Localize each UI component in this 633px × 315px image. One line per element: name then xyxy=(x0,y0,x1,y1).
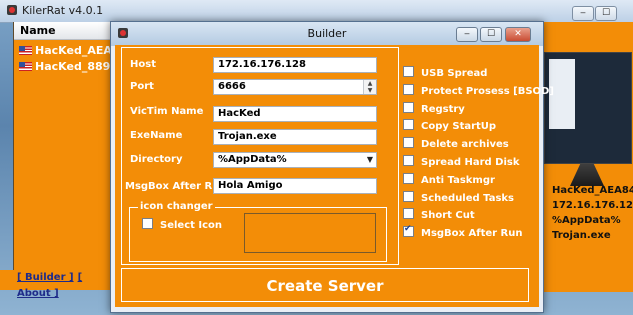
builder-link[interactable]: [ Builder ] xyxy=(17,272,74,283)
builder-title-bar: Builder ‒ ☐ ✕ xyxy=(111,22,543,46)
select-icon-checkbox[interactable]: Select Icon xyxy=(142,218,222,231)
main-window-title: KilerRat v4.0.1 xyxy=(22,4,104,17)
create-server-frame: Create Server xyxy=(121,268,529,302)
checkbox-box xyxy=(403,208,414,219)
port-stepper[interactable]: 6666 ▲ ▼ xyxy=(213,79,377,95)
host-label: Host xyxy=(130,59,156,70)
exe-name-label: ExeName xyxy=(130,130,183,141)
victim-name-label: VicTim Name xyxy=(130,106,204,117)
directory-label: Directory xyxy=(130,154,183,165)
checkbox-box xyxy=(403,102,414,113)
checkbox-box xyxy=(142,218,153,229)
main-maximize-button[interactable]: ☐ xyxy=(595,6,617,21)
main-title-bar: KilerRat v4.0.1 ‒ ☐ xyxy=(0,0,633,23)
checkbox-box xyxy=(403,191,414,202)
monitor-stand-icon xyxy=(570,164,604,186)
option-scheduled-tasks[interactable]: Scheduled Tasks xyxy=(403,191,514,204)
checkbox-box xyxy=(403,155,414,166)
preview-exe-name: Trojan.exe xyxy=(552,230,611,241)
option-anti-taskmgr[interactable]: Anti Taskmgr xyxy=(403,173,495,186)
option-copy-startup[interactable]: Copy StartUp xyxy=(403,119,496,132)
builder-body: Host 172.16.176.128 Port 6666 ▲ ▼ VicTim … xyxy=(115,45,554,307)
option-delete-archives[interactable]: Delete archives xyxy=(403,137,509,150)
us-flag-icon xyxy=(19,62,32,71)
option-label: Scheduled Tasks xyxy=(421,193,514,204)
builder-close-button[interactable]: ✕ xyxy=(505,27,531,42)
list-item[interactable]: HacKed_AEA8 xyxy=(19,44,114,60)
list-item-label: HacKed_8899 xyxy=(35,60,114,73)
list-item[interactable]: HacKed_8899 xyxy=(19,60,114,76)
option-protect-process[interactable]: Protect Prosess [BSOD] xyxy=(403,84,554,97)
list-item-label: HacKed_AEA8 xyxy=(35,44,114,57)
checkbox-box xyxy=(403,84,414,95)
preview-pane: HacKed_AEA84 172.16.176.128 %AppData% Tr… xyxy=(540,22,633,292)
remote-desktop-thumbnail xyxy=(544,52,632,164)
option-label: Regstry xyxy=(421,104,465,115)
create-server-button[interactable]: Create Server xyxy=(122,269,528,301)
option-label: MsgBox After Run xyxy=(421,228,523,239)
victim-name-input[interactable]: HacKed xyxy=(213,106,377,122)
settings-group: Host 172.16.176.128 Port 6666 ▲ ▼ VicTim … xyxy=(121,47,399,265)
port-value: 6666 xyxy=(218,81,246,92)
port-label: Port xyxy=(130,81,154,92)
victim-list: Name HacKed_AEA8 HacKed_8899 xyxy=(13,22,114,270)
chevron-down-icon[interactable]: ▼ xyxy=(367,153,373,167)
preview-host: 172.16.176.128 xyxy=(552,200,633,211)
icon-preview-box[interactable] xyxy=(244,213,376,253)
us-flag-icon xyxy=(19,46,32,55)
option-usb-spread[interactable]: USB Spread xyxy=(403,66,487,79)
directory-value: %AppData% xyxy=(218,154,287,165)
msgbox-input[interactable]: Hola Amigo xyxy=(213,178,377,194)
directory-select[interactable]: %AppData% ▼ xyxy=(213,152,377,168)
option-label: Anti Taskmgr xyxy=(421,175,495,186)
icon-changer-group: icon changer Select Icon xyxy=(129,201,387,262)
option-short-cut[interactable]: Short Cut xyxy=(403,208,475,221)
checkbox-box xyxy=(403,173,414,184)
app-icon xyxy=(7,5,17,15)
checkbox-box xyxy=(403,137,414,148)
msgbox-label: MsgBox After Run xyxy=(125,181,227,192)
checkbox-box xyxy=(403,119,414,130)
preview-directory: %AppData% xyxy=(552,215,621,226)
preview-victim-name: HacKed_AEA84 xyxy=(552,185,633,196)
column-header-name[interactable]: Name xyxy=(14,22,111,40)
builder-maximize-button[interactable]: ☐ xyxy=(480,27,502,42)
option-label: Spread Hard Disk xyxy=(421,157,520,168)
option-label: Delete archives xyxy=(421,139,509,150)
select-icon-label: Select Icon xyxy=(160,220,223,231)
host-input[interactable]: 172.16.176.128 xyxy=(213,57,377,73)
main-minimize-button[interactable]: ‒ xyxy=(572,6,594,21)
exe-name-input[interactable]: Trojan.exe xyxy=(213,129,377,145)
option-label: USB Spread xyxy=(421,68,488,79)
status-bar: [ Builder ][ About ] xyxy=(0,270,110,299)
builder-dialog: Builder ‒ ☐ ✕ Host 172.16.176.128 Port 6… xyxy=(110,21,554,313)
builder-minimize-button[interactable]: ‒ xyxy=(456,27,478,42)
option-label: Short Cut xyxy=(421,210,475,221)
builder-title: Builder xyxy=(307,27,347,40)
option-msgbox-after-run[interactable]: MsgBox After Run xyxy=(403,224,523,239)
spin-arrows-icon[interactable]: ▲ ▼ xyxy=(363,80,376,94)
option-label: Protect Prosess [BSOD] xyxy=(421,86,554,97)
icon-changer-legend: icon changer xyxy=(138,201,215,212)
checkbox-checked-icon xyxy=(403,224,414,237)
option-spread-hard-disk[interactable]: Spread Hard Disk xyxy=(403,155,519,168)
checkbox-box xyxy=(403,66,414,77)
option-label: Copy StartUp xyxy=(421,121,497,132)
option-registry[interactable]: Regstry xyxy=(403,102,465,115)
